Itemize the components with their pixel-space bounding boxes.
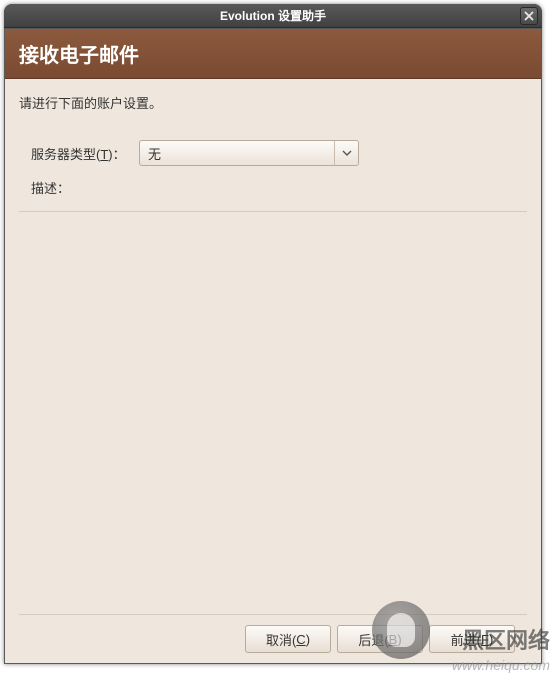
back-button[interactable]: 后退(B) [337,625,423,653]
dropdown-arrow [334,141,358,165]
forward-button[interactable]: 前进(F) [429,625,515,653]
header-banner: 接收电子邮件 [5,29,541,79]
instruction-text: 请进行下面的账户设置。 [19,93,527,112]
server-type-value: 无 [140,144,334,163]
content-area: 请进行下面的账户设置。 服务器类型(T)： 无 描述： [5,79,541,663]
description-label: 描述： [19,178,527,197]
window-title: Evolution 设置助手 [220,7,326,24]
close-button[interactable] [520,7,538,25]
titlebar[interactable]: Evolution 设置助手 [4,4,542,28]
chevron-down-icon [342,150,352,156]
button-bar: 取消(C) 后退(B) 前进(F) [19,614,527,663]
cancel-button[interactable]: 取消(C) [245,625,331,653]
server-type-row: 服务器类型(T)： 无 [19,140,527,166]
close-icon [524,11,534,21]
page-title: 接收电子邮件 [19,39,527,68]
spacer [19,216,527,614]
window-body: 接收电子邮件 请进行下面的账户设置。 服务器类型(T)： 无 描述： [4,28,542,664]
server-type-label: 服务器类型(T)： [31,144,139,163]
server-type-dropdown[interactable]: 无 [139,140,359,166]
window: Evolution 设置助手 接收电子邮件 请进行下面的账户设置。 服务器类型(… [4,4,542,664]
separator [19,211,527,212]
